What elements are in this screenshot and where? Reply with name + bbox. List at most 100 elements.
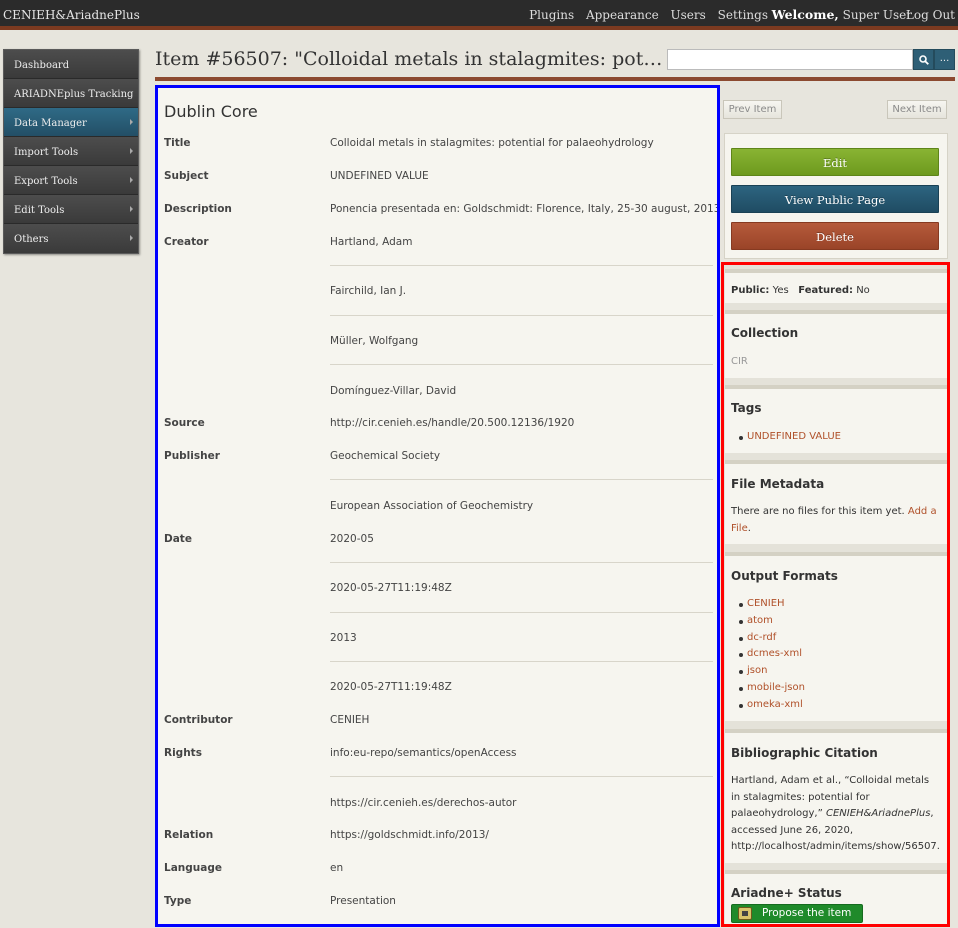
search-input[interactable] bbox=[667, 49, 913, 70]
file-metadata-panel: File Metadata There are no files for thi… bbox=[725, 460, 947, 544]
field-label: Description bbox=[164, 203, 232, 215]
output-format-link[interactable]: dc-rdf bbox=[739, 630, 805, 647]
propose-item-label: Propose the item bbox=[762, 907, 852, 919]
sidebar-item-edit-tools[interactable]: Edit Tools bbox=[4, 195, 138, 224]
output-format-link[interactable]: json bbox=[739, 663, 805, 680]
field-value: 2020-05-27T11:19:48Z bbox=[330, 681, 452, 693]
public-featured-panel: Public: Yes Featured: No bbox=[725, 269, 947, 303]
sidebar: Dashboard ARIADNEplus Tracking Data Mana… bbox=[3, 49, 139, 254]
sidebar-item-label: Import Tools bbox=[14, 147, 79, 158]
advanced-search-button[interactable]: ... bbox=[934, 49, 955, 70]
output-formats-heading: Output Formats bbox=[731, 569, 838, 583]
sidebar-item-label: Export Tools bbox=[14, 176, 78, 187]
field-value: https://goldschmidt.info/2013/ bbox=[330, 829, 489, 841]
field-value: Fairchild, Ian J. bbox=[330, 285, 407, 297]
nav-appearance[interactable]: Appearance bbox=[586, 8, 659, 22]
file-metadata-text: There are no files for this item yet. Ad… bbox=[731, 504, 941, 537]
welcome-text: Welcome, Super User bbox=[772, 7, 912, 22]
file-metadata-suffix: . bbox=[747, 522, 751, 534]
view-public-page-button[interactable]: View Public Page bbox=[731, 185, 939, 213]
dublin-core-panel: Dublin Core Title Colloidal metals in st… bbox=[157, 87, 718, 925]
output-format-link[interactable]: dcmes-xml bbox=[739, 646, 805, 663]
delete-button[interactable]: Delete bbox=[731, 222, 939, 250]
field-value: Domínguez-Villar, David bbox=[330, 385, 457, 397]
field-label: Date bbox=[164, 533, 192, 545]
field-value: Presentation bbox=[330, 895, 396, 907]
sidebar-item-import-tools[interactable]: Import Tools bbox=[4, 137, 138, 166]
value-divider bbox=[330, 612, 713, 613]
sidebar-item-label: Edit Tools bbox=[14, 205, 65, 216]
sidebar-item-dashboard[interactable]: Dashboard bbox=[4, 50, 138, 79]
prev-item-button[interactable]: Prev Item bbox=[723, 100, 782, 119]
sidebar-item-label: ARIADNEplus Tracking bbox=[14, 89, 134, 100]
bibliographic-citation-panel: Bibliographic Citation Hartland, Adam et… bbox=[725, 729, 947, 863]
field-label: Source bbox=[164, 417, 205, 429]
output-format-link[interactable]: atom bbox=[739, 613, 805, 630]
tag-link[interactable]: UNDEFINED VALUE bbox=[739, 429, 841, 446]
field-value: http://cir.cenieh.es/handle/20.500.12136… bbox=[330, 417, 575, 429]
field-value: 2020-05-27T11:19:48Z bbox=[330, 582, 452, 594]
search-button[interactable] bbox=[913, 49, 934, 70]
ariadne-status-panel: Ariadne+ Status Propose the item bbox=[725, 870, 947, 924]
caret-right-icon bbox=[130, 235, 133, 241]
citation-text: Hartland, Adam et al., “Colloidal metals… bbox=[731, 773, 940, 856]
output-formats-list: CENIEH atom dc-rdf dcmes-xml json mobile… bbox=[739, 596, 805, 714]
next-item-button[interactable]: Next Item bbox=[887, 100, 947, 119]
field-value: Hartland, Adam bbox=[330, 236, 413, 248]
propose-item-button[interactable]: Propose the item bbox=[731, 904, 863, 923]
field-value: en bbox=[330, 862, 344, 874]
value-divider bbox=[330, 776, 713, 777]
field-value: European Association of Geochemistry bbox=[330, 500, 534, 512]
output-format-link[interactable]: omeka-xml bbox=[739, 697, 805, 714]
user-name-link[interactable]: Super User bbox=[843, 8, 912, 22]
title-divider bbox=[155, 77, 955, 81]
collection-heading: Collection bbox=[731, 326, 799, 340]
nav-settings[interactable]: Settings bbox=[718, 8, 768, 22]
public-featured-status: Public: Yes Featured: No bbox=[731, 283, 870, 300]
sidebar-item-label: Dashboard bbox=[14, 60, 70, 71]
featured-label: Featured: bbox=[798, 285, 854, 296]
no-files-text: There are no files for this item yet. bbox=[731, 506, 905, 517]
tags-heading: Tags bbox=[731, 401, 762, 415]
tags-panel: Tags UNDEFINED VALUE bbox=[725, 385, 947, 453]
field-label: Language bbox=[164, 862, 222, 874]
field-value: CENIEH bbox=[330, 714, 370, 726]
field-label: Type bbox=[164, 895, 192, 907]
edit-button[interactable]: Edit bbox=[731, 148, 939, 176]
field-value: Colloidal metals in stalagmites: potenti… bbox=[330, 137, 654, 149]
sidebar-item-others[interactable]: Others bbox=[4, 224, 138, 253]
field-label: Relation bbox=[164, 829, 214, 841]
global-nav: Plugins Appearance Users Settings bbox=[521, 8, 768, 22]
output-formats-panel: Output Formats CENIEH atom dc-rdf dcmes-… bbox=[725, 552, 947, 721]
field-value: Ponencia presentada en: Goldschmidt: Flo… bbox=[330, 203, 718, 215]
field-value: https://cir.cenieh.es/derechos-autor bbox=[330, 797, 517, 809]
logout-link[interactable]: Log Out bbox=[906, 8, 955, 22]
value-divider bbox=[330, 315, 713, 316]
field-value: UNDEFINED VALUE bbox=[330, 170, 429, 182]
collection-link[interactable]: CIR bbox=[731, 354, 748, 371]
nav-plugins[interactable]: Plugins bbox=[529, 8, 574, 22]
field-value: 2020-05 bbox=[330, 533, 374, 545]
nav-users[interactable]: Users bbox=[671, 8, 706, 22]
public-value: Yes bbox=[772, 285, 789, 296]
value-divider bbox=[330, 265, 713, 266]
plugin-icon bbox=[738, 907, 752, 920]
metadata-heading: Dublin Core bbox=[164, 102, 258, 121]
field-value: Geochemical Society bbox=[330, 450, 441, 462]
sidebar-item-data-manager[interactable]: Data Manager bbox=[4, 108, 138, 137]
sidebar-item-export-tools[interactable]: Export Tools bbox=[4, 166, 138, 195]
tags-list: UNDEFINED VALUE bbox=[739, 429, 841, 446]
sidebar-item-label: Data Manager bbox=[14, 118, 87, 129]
field-label: Publisher bbox=[164, 450, 220, 462]
welcome-label: Welcome, bbox=[771, 7, 839, 22]
output-format-link[interactable]: mobile-json bbox=[739, 680, 805, 697]
site-title[interactable]: CENIEH&AriadnePlus bbox=[3, 8, 140, 22]
output-format-link[interactable]: CENIEH bbox=[739, 596, 805, 613]
sidebar-item-ariadneplus-tracking[interactable]: ARIADNEplus Tracking bbox=[4, 79, 138, 108]
file-metadata-heading: File Metadata bbox=[731, 477, 825, 491]
field-value: 2013 bbox=[330, 632, 357, 644]
page-title: Item #56507: "Colloidal metals in stalag… bbox=[155, 48, 665, 70]
sidebar-item-label: Others bbox=[14, 234, 49, 245]
field-label: Rights bbox=[164, 747, 202, 759]
field-label: Subject bbox=[164, 170, 209, 182]
